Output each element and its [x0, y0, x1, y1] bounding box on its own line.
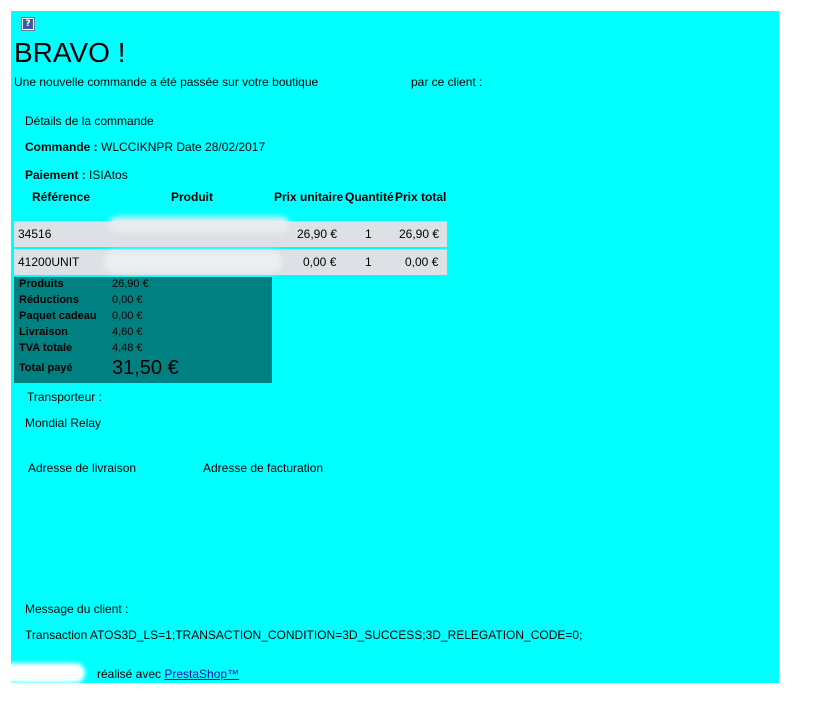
redacted-product	[104, 251, 282, 273]
row-quantity: 1	[365, 227, 372, 241]
row-unit-price: 0,00 €	[303, 255, 337, 269]
totals-value: 4,48 €	[112, 342, 143, 354]
column-header-reference: Référence	[32, 190, 91, 204]
intro-text: Une nouvelle commande a été passée sur v…	[14, 75, 319, 89]
total-paid-label: Total payé	[19, 362, 73, 374]
totals-label: Livraison	[19, 326, 68, 338]
row-unit-price: 26,90 €	[297, 227, 338, 241]
totals-value: 0,00 €	[112, 310, 143, 322]
order-details-heading: Détails de la commande	[25, 114, 154, 128]
row-total: 26,90 €	[399, 227, 440, 241]
row-total: 0,00 €	[405, 255, 439, 269]
redacted-product	[109, 217, 289, 233]
page-title: BRAVO !	[14, 37, 126, 68]
payment-label: Paiement :	[25, 168, 86, 182]
redacted-shop-name	[3, 663, 85, 683]
totals-label: Réductions	[19, 294, 79, 306]
carrier-value: Mondial Relay	[25, 416, 102, 430]
column-header-unit-price: Prix unitaire	[274, 190, 344, 204]
intro-client-text: par ce client :	[411, 75, 483, 89]
command-label: Commande :	[25, 140, 98, 154]
totals-value: 4,60 €	[112, 326, 143, 338]
prestashop-link[interactable]: PrestaShop™	[164, 667, 239, 681]
totals-label: TVA totale	[19, 342, 73, 354]
totals-value: 26,90 €	[112, 278, 149, 290]
table-row: 34516 26,90 € 1 26,90 €	[14, 217, 447, 247]
totals-label: Produits	[19, 278, 64, 290]
order-payment-line: Paiement : ISIAtos	[25, 168, 128, 182]
row-reference: 41200UNIT	[18, 255, 80, 269]
customer-message-label: Message du client :	[25, 602, 129, 616]
carrier-label: Transporteur :	[27, 390, 102, 404]
broken-image-icon: ?	[21, 17, 35, 31]
column-header-total-price: Prix total	[395, 190, 447, 204]
column-header-quantity: Quantité	[345, 190, 394, 204]
delivery-address-label: Adresse de livraison	[28, 461, 137, 475]
footer-credit: réalisé avec PrestaShop™	[97, 667, 239, 681]
row-quantity: 1	[365, 255, 372, 269]
footer-made-with: réalisé avec	[97, 667, 162, 681]
email-body: ? BRAVO ! Une nouvelle commande a été pa…	[3, 11, 779, 683]
total-paid-value: 31,50 €	[112, 357, 179, 379]
order-command-line: Commande : WLCCIKNPR Date 28/02/2017	[25, 140, 265, 154]
totals-value: 0,00 €	[112, 294, 143, 306]
billing-address-label: Adresse de facturation	[203, 461, 324, 475]
totals-label: Paquet cadeau	[19, 310, 97, 322]
payment-value: ISIAtos	[89, 168, 128, 182]
customer-message-text: Transaction ATOS3D_LS=1;TRANSACTION_COND…	[25, 628, 583, 642]
command-value: WLCCIKNPR Date 28/02/2017	[101, 140, 266, 154]
row-reference: 34516	[18, 227, 52, 241]
totals-box: Produits 26,90 € Réductions 0,00 € Paque…	[14, 277, 272, 383]
table-row: 41200UNIT 0,00 € 1 0,00 €	[14, 249, 447, 275]
column-header-product: Produit	[171, 190, 213, 204]
